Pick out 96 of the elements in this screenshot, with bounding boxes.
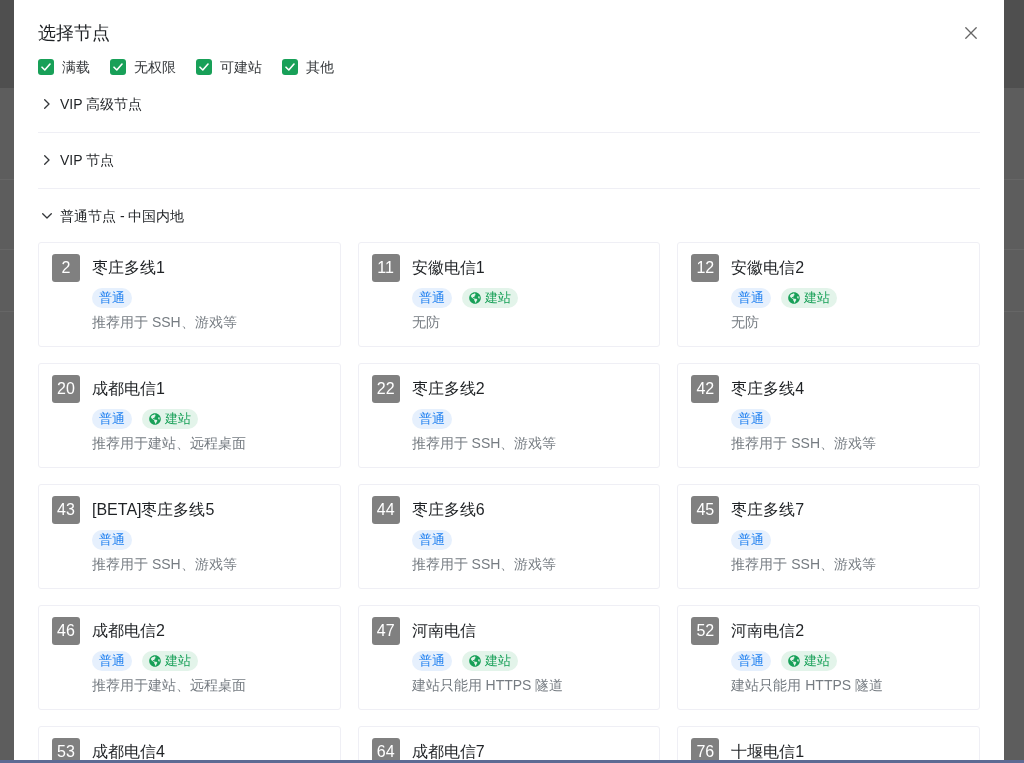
checkbox[interactable] [196,59,212,75]
checkbox[interactable] [282,59,298,75]
checkmark-icon [113,63,123,71]
checkmark-icon [199,63,209,71]
node-card[interactable]: 11 安徽电信1 普通 建站 无防 [357,242,661,347]
checkbox[interactable] [110,59,126,75]
node-id-badge: 45 [691,496,720,524]
node-note: 无防 [411,313,441,332]
checkbox-label[interactable]: 满载 [62,58,90,76]
node-tag: 普通 [92,651,132,671]
node-name: 成都电信1 [92,379,166,399]
node-card[interactable]: 20 成都电信1 普通 建站 推荐用于建站、远程桌面 [38,363,341,468]
globe-icon [468,292,481,304]
collapse-header[interactable]: VIP 高级节点 [38,94,143,114]
node-name: 安徽电信1 [411,258,486,278]
checkbox-label[interactable]: 无权限 [134,58,176,76]
node-note: 推荐用于 SSH、游戏等 [731,434,876,453]
node-id-badge: 12 [691,254,720,282]
node-card[interactable]: 47 河南电信 普通 建站 建站只能用 HTTPS 隧道 [357,605,661,710]
node-name: [BETA]枣庄多线5 [92,500,216,520]
node-name: 成都电信4 [92,742,165,762]
node-tag: 普通 [731,530,772,550]
tag-text: 建站 [484,652,511,670]
node-tag: 普通 [731,409,772,429]
node-note: 推荐用于 SSH、游戏等 [92,555,237,574]
node-note: 推荐用于 SSH、游戏等 [731,555,876,574]
node-name: 成都电信2 [92,621,166,641]
node-id-badge: 46 [52,617,80,645]
node-tag: 普通 [92,409,132,429]
node-tag: 普通 [411,288,452,308]
node-id-badge: 42 [691,375,720,403]
node-tag: 普通 [411,530,452,550]
node-note: 推荐用于建站、远程桌面 [92,434,246,453]
node-tag: 普通 [92,530,132,550]
node-card[interactable]: 2 枣庄多线1 普通 推荐用于 SSH、游戏等 [38,242,341,347]
checkmark-icon [41,63,51,71]
node-tag: 普通 [411,409,452,429]
tag-text: 建站 [484,289,511,307]
checkbox-label[interactable]: 可建站 [220,58,262,76]
tag-text: 建站 [804,289,831,307]
node-id-badge: 20 [52,375,80,403]
close-button[interactable] [962,24,980,42]
tag-text: 建站 [804,652,831,670]
tag-text: 建站 [165,652,191,670]
node-note: 推荐用于 SSH、游戏等 [411,555,557,574]
node-note: 建站只能用 HTTPS 隧道 [411,676,564,695]
node-id-badge: 2 [52,254,80,282]
node-name: 枣庄多线6 [411,500,486,520]
node-name: 河南电信2 [731,621,806,641]
node-tag: 普通 [92,288,132,308]
node-name: 枣庄多线2 [411,379,486,399]
checkmark-icon [285,63,295,71]
node-note: 推荐用于 SSH、游戏等 [411,434,557,453]
globe-icon [788,292,801,304]
checkbox-label[interactable]: 其他 [306,58,334,76]
node-name: 枣庄多线4 [731,379,806,399]
close-icon [965,27,977,39]
globe-icon [788,655,801,667]
node-card[interactable]: 42 枣庄多线4 普通 推荐用于 SSH、游戏等 [677,363,980,468]
tag-text: 建站 [165,410,191,428]
node-note: 建站只能用 HTTPS 隧道 [731,676,883,695]
node-id-badge: 47 [371,617,400,645]
node-name: 安徽电信2 [731,258,806,278]
globe-icon [468,655,481,667]
node-id-badge: 11 [371,254,400,282]
node-note: 推荐用于 SSH、游戏等 [92,313,237,332]
chevron-down-icon [42,213,52,219]
node-card[interactable]: 22 枣庄多线2 普通 推荐用于 SSH、游戏等 [357,363,661,468]
node-tag: 普通 [731,288,772,308]
node-id-badge: 52 [691,617,720,645]
collapse-header[interactable]: 普通节点 - 中国内地 [38,206,185,226]
node-card[interactable]: 45 枣庄多线7 普通 推荐用于 SSH、游戏等 [677,484,980,589]
node-card[interactable]: 46 成都电信2 普通 建站 推荐用于建站、远程桌面 [38,605,341,710]
node-name: 枣庄多线1 [92,258,166,278]
node-card[interactable]: 12 安徽电信2 普通 建站 无防 [677,242,980,347]
chevron-right-icon [44,99,50,109]
node-id-badge: 43 [52,496,80,524]
node-name: 十堰电信1 [731,742,805,762]
node-card[interactable]: 43 [BETA]枣庄多线5 普通 推荐用于 SSH、游戏等 [38,484,341,589]
node-name: 成都电信7 [411,742,485,762]
node-note: 无防 [731,313,761,332]
chevron-right-icon [44,155,50,165]
dialog-title: 选择节点 [38,22,110,45]
node-card[interactable]: 52 河南电信2 普通 建站 建站只能用 HTTPS 隧道 [677,605,980,710]
node-tag: 普通 [411,651,452,671]
node-tag: 普通 [731,651,772,671]
checkbox[interactable] [38,59,54,75]
globe-icon [149,413,161,425]
collapse-header[interactable]: VIP 节点 [38,150,115,170]
globe-icon [149,655,161,667]
node-id-badge: 22 [371,375,400,403]
node-card[interactable]: 44 枣庄多线6 普通 推荐用于 SSH、游戏等 [357,484,661,589]
node-note: 推荐用于建站、远程桌面 [92,676,246,695]
node-id-badge: 44 [371,496,400,524]
node-name: 河南电信 [411,621,477,641]
node-name: 枣庄多线7 [731,500,806,520]
